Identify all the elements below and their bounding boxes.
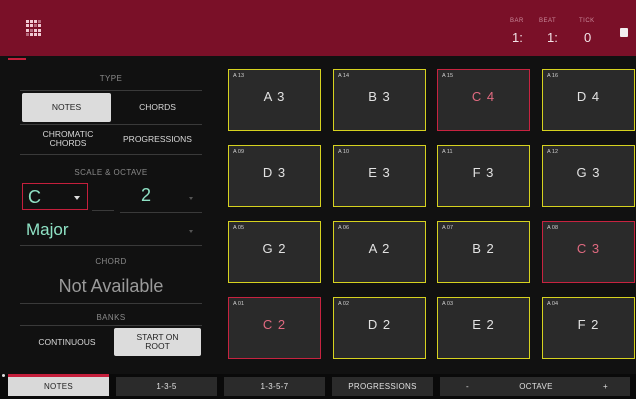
corner-dot-icon xyxy=(2,374,5,377)
pad-a06[interactable]: A 06 A 2 xyxy=(333,221,426,283)
pad-a15[interactable]: A 15 C 4 xyxy=(437,69,530,131)
bar-value: 1: xyxy=(512,30,523,45)
type-progressions-button[interactable]: PROGRESSIONS xyxy=(115,126,200,152)
pad-id: A 01 xyxy=(233,301,245,307)
divider xyxy=(20,90,202,91)
pad-a02[interactable]: A 02 D 2 xyxy=(333,297,426,359)
pad-note: F 3 xyxy=(472,165,495,180)
pad-note: D 3 xyxy=(262,165,287,180)
pad-note: C 3 xyxy=(576,241,601,256)
pad-note: C 4 xyxy=(471,89,496,104)
pad-id: A 16 xyxy=(547,73,559,79)
pad-id: A 12 xyxy=(547,149,559,155)
pad-note: A 3 xyxy=(263,89,286,104)
pad-note: G 3 xyxy=(576,165,601,180)
octave-control: - OCTAVE + xyxy=(440,377,630,396)
top-bar: BAR 1: BEAT 1: TICK 0 xyxy=(0,0,636,56)
beat-value: 1: xyxy=(547,30,558,45)
type-chromatic-chords-button[interactable]: CHROMATIC CHORDS xyxy=(30,126,106,152)
octave-value[interactable]: 2 xyxy=(141,185,151,206)
record-indicator-icon xyxy=(620,28,628,37)
banks-section-label: BANKS xyxy=(96,313,126,322)
key-select[interactable]: C xyxy=(22,183,88,210)
pad-a03[interactable]: A 03 E 2 xyxy=(437,297,530,359)
divider xyxy=(20,154,202,155)
pad-note: B 3 xyxy=(368,89,391,104)
pad-id: A 05 xyxy=(233,225,245,231)
type-notes-button[interactable]: NOTES xyxy=(22,93,111,122)
pad-a11[interactable]: A 11 F 3 xyxy=(437,145,530,207)
pad-a04[interactable]: A 04 F 2 xyxy=(542,297,635,359)
pad-id: A 11 xyxy=(442,149,453,155)
pad-note: F 2 xyxy=(577,317,600,332)
pad-note: G 2 xyxy=(262,241,287,256)
divider xyxy=(20,303,202,304)
divider xyxy=(20,245,202,246)
divider xyxy=(20,124,202,125)
chevron-down-icon xyxy=(189,197,193,200)
tab-1-3-5-7[interactable]: 1-3-5-7 xyxy=(224,377,325,396)
pad-id: A 04 xyxy=(547,301,559,307)
octave-up-button[interactable]: + xyxy=(603,382,608,391)
banks-start-on-root-button[interactable]: START ON ROOT xyxy=(114,328,201,356)
divider xyxy=(120,212,202,213)
scale-octave-label: SCALE & OCTAVE xyxy=(74,168,148,177)
pad-id: A 14 xyxy=(338,73,350,79)
pad-note: E 3 xyxy=(368,165,391,180)
pad-note: A 2 xyxy=(368,241,391,256)
pad-note: B 2 xyxy=(472,241,495,256)
divider xyxy=(20,325,202,326)
chevron-down-icon xyxy=(74,196,80,200)
tick-label: TICK xyxy=(579,18,595,24)
pad-a14[interactable]: A 14 B 3 xyxy=(333,69,426,131)
type-chords-button[interactable]: CHORDS xyxy=(113,93,202,122)
octave-label: OCTAVE xyxy=(519,382,553,391)
divider xyxy=(92,210,114,211)
header-accent-line xyxy=(8,58,26,60)
pad-a01[interactable]: A 01 C 2 xyxy=(228,297,321,359)
pad-id: A 07 xyxy=(442,225,454,231)
pad-a13[interactable]: A 13 A 3 xyxy=(228,69,321,131)
scale-select[interactable]: Major xyxy=(26,220,69,240)
key-value: C xyxy=(28,187,41,207)
pad-note: D 4 xyxy=(576,89,601,104)
pad-id: A 13 xyxy=(233,73,245,79)
tab-1-3-5[interactable]: 1-3-5 xyxy=(116,377,217,396)
banks-continuous-button[interactable]: CONTINUOUS xyxy=(22,328,112,356)
tab-notes[interactable]: NOTES xyxy=(8,377,109,396)
pad-id: A 15 xyxy=(442,73,454,79)
chord-section-label: CHORD xyxy=(95,257,127,266)
tick-value: 0 xyxy=(584,30,592,45)
pad-note: D 2 xyxy=(367,317,392,332)
pad-a07[interactable]: A 07 B 2 xyxy=(437,221,530,283)
beat-label: BEAT xyxy=(539,18,557,24)
type-section-label: TYPE xyxy=(99,74,123,83)
pad-note: E 2 xyxy=(472,317,495,332)
tab-progressions[interactable]: PROGRESSIONS xyxy=(332,377,433,396)
chevron-down-icon xyxy=(189,230,193,233)
pad-id: A 06 xyxy=(338,225,350,231)
pad-a09[interactable]: A 09 D 3 xyxy=(228,145,321,207)
pad-id: A 08 xyxy=(547,225,559,231)
pad-note: C 2 xyxy=(262,317,287,332)
pad-id: A 10 xyxy=(338,149,350,155)
octave-down-button[interactable]: - xyxy=(466,382,469,391)
pad-id: A 03 xyxy=(442,301,454,307)
chord-value: Not Available xyxy=(58,276,164,296)
pad-id: A 09 xyxy=(233,149,245,155)
bar-label: BAR xyxy=(510,18,524,24)
pad-a16[interactable]: A 16 D 4 xyxy=(542,69,635,131)
pad-id: A 02 xyxy=(338,301,350,307)
pad-a12[interactable]: A 12 G 3 xyxy=(542,145,635,207)
pad-a08[interactable]: A 08 C 3 xyxy=(542,221,635,283)
pad-a10[interactable]: A 10 E 3 xyxy=(333,145,426,207)
pad-a05[interactable]: A 05 G 2 xyxy=(228,221,321,283)
pad-grid-icon[interactable] xyxy=(26,20,42,36)
